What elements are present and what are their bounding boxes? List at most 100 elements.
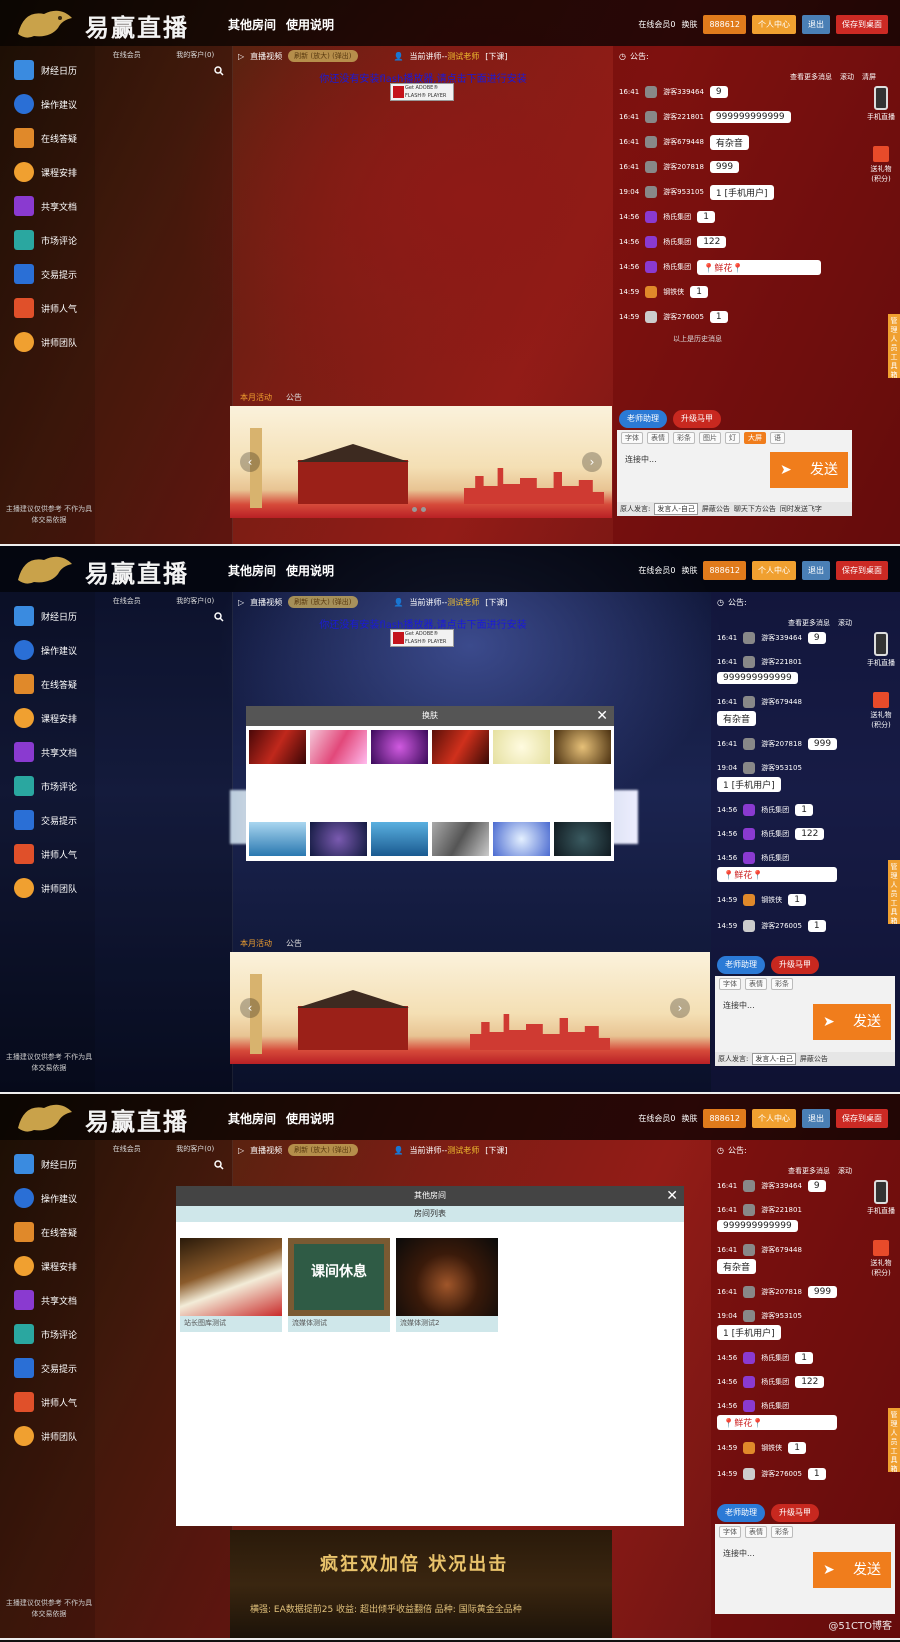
speaker-select[interactable]: 发言人-自己 (752, 1053, 796, 1065)
tab-monthly-activity[interactable]: 本月活动 (240, 938, 272, 949)
tab-online-members[interactable]: 在线会员 (113, 596, 141, 606)
tab-online-members[interactable]: 在线会员 (113, 50, 141, 60)
teacher-assistant-button[interactable]: 老师助理 (717, 1504, 765, 1522)
admin-toolbox-tab[interactable]: 管理人员工具箱 (888, 860, 900, 925)
personal-center-button[interactable]: 个人中心 (752, 1108, 796, 1128)
skin-thumbnail[interactable] (493, 822, 550, 856)
sidebar-item-calendar[interactable]: 财经日历 (14, 58, 94, 82)
tab-my-clients[interactable]: 我的客户(0) (176, 596, 214, 606)
sidebar-item-calendar[interactable]: 财经日历 (14, 1152, 94, 1176)
sidebar-item-docs[interactable]: 共享文档 (14, 194, 94, 218)
room-card[interactable]: 站长图库测试 (180, 1238, 282, 1332)
sidebar-item-comments[interactable]: 市场评论 (14, 1322, 94, 1346)
personal-center-button[interactable]: 个人中心 (752, 560, 796, 580)
teacher-assistant-button[interactable]: 老师助理 (717, 956, 765, 974)
sidebar-item-advice[interactable]: 操作建议 (14, 92, 94, 116)
sidebar-item-qa[interactable]: 在线答疑 (14, 126, 94, 150)
skin-button[interactable]: 换肤 (681, 1113, 697, 1124)
room-card[interactable]: 流媒体测试2 (396, 1238, 498, 1332)
sidebar-item-tips[interactable]: 交易提示 (14, 262, 94, 286)
nav-help[interactable]: 使用说明 (286, 562, 334, 579)
flash-install-button[interactable]: Get ADOBE® FLASH® PLAYER (390, 83, 454, 101)
video-controls[interactable]: 刷新 (放大) (弹出) (288, 596, 358, 608)
below-notice-checkbox[interactable]: 聊天下方公告 (734, 504, 776, 514)
video-controls[interactable]: 刷新 (放大) (弹出) (288, 1144, 358, 1156)
sidebar-item-tips[interactable]: 交易提示 (14, 1356, 94, 1380)
font-tool[interactable]: 字体 (719, 978, 741, 990)
nav-other-rooms[interactable]: 其他房间 (228, 16, 276, 33)
message-input[interactable]: 连接中... (625, 454, 657, 465)
light-tool[interactable]: 灯 (725, 432, 740, 444)
logout-button[interactable]: 退出 (802, 560, 830, 580)
send-button[interactable]: 发送 (770, 452, 848, 488)
search-icon[interactable] (214, 66, 224, 76)
save-desktop-button[interactable]: 保存到桌面 (836, 560, 888, 580)
phone-live-widget[interactable]: 手机直播 (866, 86, 896, 122)
emoji-tool[interactable]: 表情 (745, 978, 767, 990)
upgrade-button[interactable]: 升级马甲 (673, 410, 721, 428)
skin-thumbnail[interactable] (249, 822, 306, 856)
skin-thumbnail[interactable] (371, 730, 428, 764)
save-desktop-button[interactable]: 保存到桌面 (836, 1108, 888, 1128)
tab-announcement[interactable]: 公告 (286, 938, 302, 949)
gift-widget[interactable]: 送礼物(积分) (866, 146, 896, 184)
close-icon[interactable]: ✕ (596, 706, 608, 726)
skin-thumbnail[interactable] (371, 822, 428, 856)
scroll-toggle[interactable]: 滚动 (838, 618, 852, 628)
fly-text-checkbox[interactable]: 同时发送飞字 (780, 504, 822, 514)
tab-online-members[interactable]: 在线会员 (113, 1144, 141, 1154)
skin-thumbnail[interactable] (432, 730, 489, 764)
view-more-button[interactable]: 查看更多消息 (788, 618, 830, 628)
voice-tool[interactable]: 语 (770, 432, 785, 444)
search-icon[interactable] (214, 1160, 224, 1170)
room-card[interactable]: 课间休息 流媒体测试 (288, 1238, 390, 1332)
sidebar-item-team[interactable]: 讲师团队 (14, 330, 94, 354)
phone-live-widget[interactable]: 手机直播 (866, 632, 896, 668)
nav-other-rooms[interactable]: 其他房间 (228, 1110, 276, 1127)
close-icon[interactable]: ✕ (666, 1186, 678, 1206)
sidebar-item-team[interactable]: 讲师团队 (14, 1424, 94, 1448)
banner-prev-button[interactable]: ‹ (240, 452, 260, 472)
skin-thumbnail[interactable] (554, 822, 611, 856)
sidebar-item-qa[interactable]: 在线答疑 (14, 1220, 94, 1244)
skin-thumbnail[interactable] (432, 822, 489, 856)
sidebar-item-popularity[interactable]: 讲师人气 (14, 842, 94, 866)
gift-widget[interactable]: 送礼物(积分) (866, 692, 896, 730)
message-input[interactable]: 连接中... (723, 1548, 755, 1559)
gift-widget[interactable]: 送礼物(积分) (866, 1240, 896, 1278)
logout-button[interactable]: 退出 (802, 14, 830, 34)
banner-next-button[interactable]: › (582, 452, 602, 472)
font-tool[interactable]: 字体 (719, 1526, 741, 1538)
promo-banner[interactable]: ‹ › (230, 952, 710, 1064)
block-notice-checkbox[interactable]: 屏蔽公告 (702, 504, 730, 514)
skin-thumbnail[interactable] (249, 730, 306, 764)
skin-button[interactable]: 换肤 (681, 565, 697, 576)
message-input[interactable]: 连接中... (723, 1000, 755, 1011)
scroll-toggle[interactable]: 滚动 (838, 1166, 852, 1176)
emoji-tool[interactable]: 表情 (745, 1526, 767, 1538)
admin-toolbox-tab[interactable]: 管理人员工具箱 (888, 314, 900, 379)
block-notice-checkbox[interactable]: 屏蔽公告 (800, 1054, 828, 1064)
tab-my-clients[interactable]: 我的客户(0) (176, 1144, 214, 1154)
logout-button[interactable]: 退出 (802, 1108, 830, 1128)
tab-monthly-activity[interactable]: 本月活动 (240, 392, 272, 403)
skin-thumbnail[interactable] (310, 730, 367, 764)
promo-banner[interactable]: ‹ › (230, 406, 612, 518)
big-screen-tool[interactable]: 大屏 (744, 432, 766, 444)
banner-prev-button[interactable]: ‹ (240, 998, 260, 1018)
sidebar-item-popularity[interactable]: 讲师人气 (14, 296, 94, 320)
sidebar-item-docs[interactable]: 共享文档 (14, 740, 94, 764)
nav-other-rooms[interactable]: 其他房间 (228, 562, 276, 579)
phone-live-widget[interactable]: 手机直播 (866, 1180, 896, 1216)
skin-thumbnail[interactable] (310, 822, 367, 856)
tab-my-clients[interactable]: 我的客户(0) (176, 50, 214, 60)
banner-next-button[interactable]: › (670, 998, 690, 1018)
view-more-button[interactable]: 查看更多消息 (790, 72, 832, 82)
sidebar-item-schedule[interactable]: 课程安排 (14, 160, 94, 184)
color-bar-tool[interactable]: 彩条 (673, 432, 695, 444)
personal-center-button[interactable]: 个人中心 (752, 14, 796, 34)
sidebar-item-advice[interactable]: 操作建议 (14, 638, 94, 662)
skin-thumbnail[interactable] (493, 730, 550, 764)
sidebar-item-schedule[interactable]: 课程安排 (14, 706, 94, 730)
sidebar-item-schedule[interactable]: 课程安排 (14, 1254, 94, 1278)
